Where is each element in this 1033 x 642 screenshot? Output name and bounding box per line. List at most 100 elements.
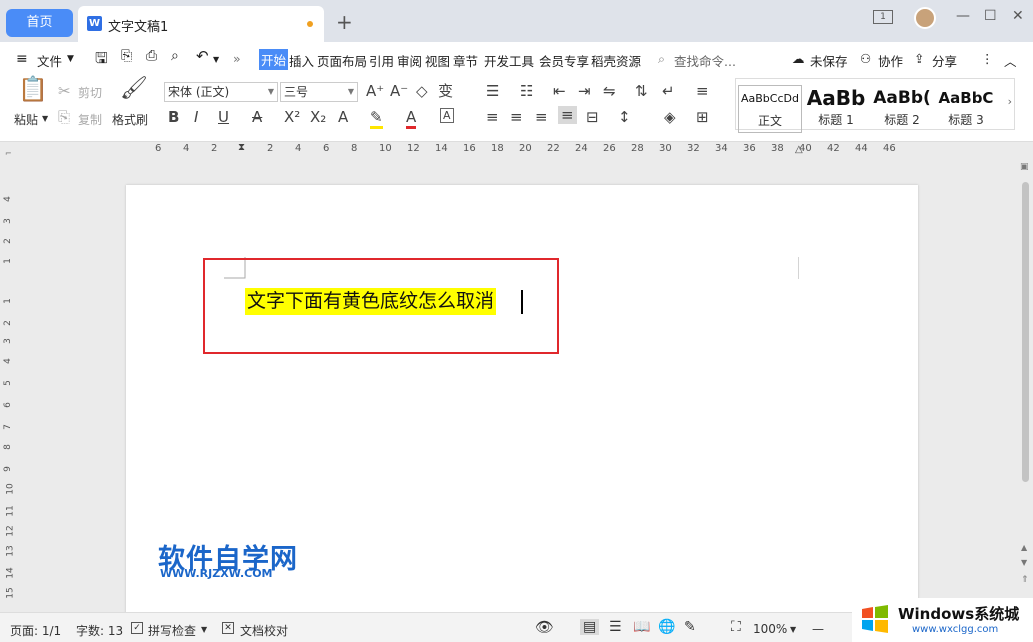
underline-icon[interactable]: U [218, 108, 229, 126]
numbering-icon[interactable]: ☷ [520, 82, 533, 100]
format-painter-icon[interactable]: 🖌 [120, 78, 148, 100]
char-border-icon[interactable]: A [440, 108, 454, 123]
eye-protection-icon[interactable]: 👁 [535, 618, 554, 636]
clipboard-icon[interactable]: 📋 [18, 77, 48, 101]
horizontal-ruler[interactable]: ⌐ 6 4 2 2 4 6 8 10 12 14 16 18 20 22 24 26 28 30 32 34 36 38 4… [0, 142, 1033, 160]
superscript-icon[interactable]: X² [284, 108, 300, 126]
undo-icon[interactable]: ↶ [196, 47, 209, 65]
cloud-icon[interactable]: ☁ [792, 51, 805, 66]
close-button[interactable]: ✕ [1012, 8, 1024, 24]
share-icon[interactable]: ⇪ [914, 51, 924, 66]
align-right-icon[interactable]: ≡ [535, 108, 548, 126]
web-view-icon[interactable]: 🌐 [658, 619, 675, 635]
more-options-icon[interactable]: ⋮ [981, 51, 994, 66]
chevron-down-icon[interactable]: ▼ [201, 625, 207, 634]
phonetic-guide-icon[interactable]: 变 [438, 82, 453, 100]
menu-file[interactable]: 文件 [37, 51, 62, 70]
decrease-indent-icon[interactable]: ⇤ [553, 82, 566, 100]
menu-tab-layout[interactable]: 页面布局 [317, 51, 367, 70]
grow-font-icon[interactable]: A⁺ [366, 82, 384, 100]
menu-tab-references[interactable]: 引用 [369, 51, 394, 70]
chinese-layout-icon[interactable]: ⇋ [603, 82, 616, 100]
spell-check-button[interactable]: 拼写检查 [148, 622, 196, 639]
save-icon[interactable]: 🖫 [95, 48, 108, 73]
paste-dropdown-icon[interactable]: ▼ [42, 114, 48, 123]
scroll-settings-icon[interactable]: ▣ [1020, 162, 1029, 172]
menu-tab-insert[interactable]: 插入 [289, 51, 314, 70]
collapse-ribbon-icon[interactable]: ︿ [1004, 51, 1017, 70]
fit-page-icon[interactable]: ⛶ [731, 619, 741, 635]
window-layout-icon[interactable]: 1 [873, 10, 893, 24]
italic-icon[interactable]: I [194, 108, 198, 126]
subscript-icon[interactable]: X₂ [310, 108, 326, 126]
print-icon[interactable]: ⎙ [146, 48, 157, 64]
collab-icon[interactable]: ⚇ [860, 51, 871, 66]
justify-icon[interactable]: ≡ [558, 106, 577, 124]
zoom-out-button[interactable]: — [812, 622, 824, 636]
clear-format-icon[interactable]: ◇ [416, 82, 428, 100]
export-icon[interactable]: ⎘ [121, 48, 132, 64]
new-tab-button[interactable]: + [336, 10, 353, 34]
tab-home[interactable]: 首页 [6, 9, 73, 37]
font-name-select[interactable]: 宋体 (正文) ▼ [164, 82, 278, 102]
copy-button[interactable]: 复制 [78, 111, 102, 128]
print-preview-icon[interactable]: ⌕ [171, 48, 179, 64]
paste-button[interactable]: 粘贴 [14, 111, 38, 128]
menu-tab-member[interactable]: 会员专享 [539, 51, 589, 70]
style-heading3[interactable]: AaBbC 标题 3 [934, 85, 998, 133]
write-mode-icon[interactable]: ✎ [684, 619, 696, 635]
font-size-select[interactable]: 三号 ▼ [280, 82, 358, 102]
menu-tab-section[interactable]: 章节 [453, 51, 478, 70]
shrink-font-icon[interactable]: A⁻ [390, 82, 408, 100]
outline-view-icon[interactable]: ☰ [609, 619, 622, 635]
page-view-icon[interactable]: ▤ [580, 619, 600, 635]
command-search-input[interactable]: 查找命令... [674, 51, 736, 70]
bold-icon[interactable]: B [168, 108, 179, 126]
bullets-icon[interactable]: ☰ [486, 82, 499, 100]
tab-document[interactable]: W 文字文稿1 [78, 6, 324, 42]
undo-dropdown-icon[interactable]: ▼ [213, 55, 219, 64]
zoom-dropdown-icon[interactable]: ▼ [790, 625, 796, 634]
highlight-color-icon[interactable]: ✎ [370, 108, 383, 129]
menu-tab-review[interactable]: 审阅 [397, 51, 422, 70]
right-indent-icon[interactable]: △ [795, 144, 803, 155]
scroll-down-icon[interactable]: ▼ [1021, 558, 1027, 567]
format-painter-button[interactable]: 格式刷 [112, 111, 148, 128]
text-effect-icon[interactable]: A [338, 108, 348, 126]
shading-icon[interactable]: ◈ [664, 108, 676, 126]
borders-icon[interactable]: ⊞ [696, 108, 709, 126]
vertical-scrollbar[interactable]: ▣ ▲ ▼ ⇑ [1018, 160, 1033, 612]
more-icon[interactable]: » [233, 51, 241, 66]
line-spacing-icon[interactable]: ↕ [618, 108, 631, 126]
font-color-icon[interactable]: A [406, 108, 417, 129]
tab-stop-icon[interactable]: ⌐ [5, 149, 12, 158]
increase-indent-icon[interactable]: ⇥ [578, 82, 591, 100]
spell-check-icon[interactable]: ✓ [131, 622, 143, 634]
collab-button[interactable]: 协作 [878, 51, 903, 70]
chevron-down-icon[interactable]: ▼ [67, 54, 74, 64]
menu-tab-developer[interactable]: 开发工具 [484, 51, 534, 70]
style-normal[interactable]: AaBbCcDd 正文 [738, 85, 802, 133]
proofread-icon[interactable]: ✕ [222, 622, 234, 634]
unsaved-status[interactable]: 未保存 [810, 51, 848, 70]
proofread-button[interactable]: 文档校对 [240, 622, 288, 639]
reading-view-icon[interactable]: 📖 [633, 619, 650, 635]
menu-tab-view[interactable]: 视图 [425, 51, 450, 70]
align-center-icon[interactable]: ≡ [510, 108, 523, 126]
menu-tab-home[interactable]: 开始 [259, 49, 289, 70]
strikethrough-icon[interactable]: A [252, 108, 262, 126]
search-icon[interactable]: ⌕ [658, 51, 665, 67]
table-of-contents-icon[interactable]: ≡ [696, 82, 709, 100]
minimize-button[interactable]: — [956, 8, 970, 24]
scroll-up-icon[interactable]: ▲ [1021, 543, 1027, 552]
align-left-icon[interactable]: ≡ [486, 108, 499, 126]
share-button[interactable]: 分享 [932, 51, 957, 70]
gallery-scroll-icon[interactable]: › [1008, 95, 1012, 108]
word-count[interactable]: 字数: 13 [76, 622, 123, 639]
scrollbar-thumb[interactable] [1022, 182, 1029, 482]
show-marks-icon[interactable]: ↵ [662, 82, 675, 100]
page-count[interactable]: 页面: 1/1 [10, 622, 61, 639]
style-heading1[interactable]: AaBb 标题 1 [804, 85, 868, 133]
cut-button[interactable]: 剪切 [78, 84, 102, 101]
style-heading2[interactable]: AaBb( 标题 2 [870, 85, 934, 133]
